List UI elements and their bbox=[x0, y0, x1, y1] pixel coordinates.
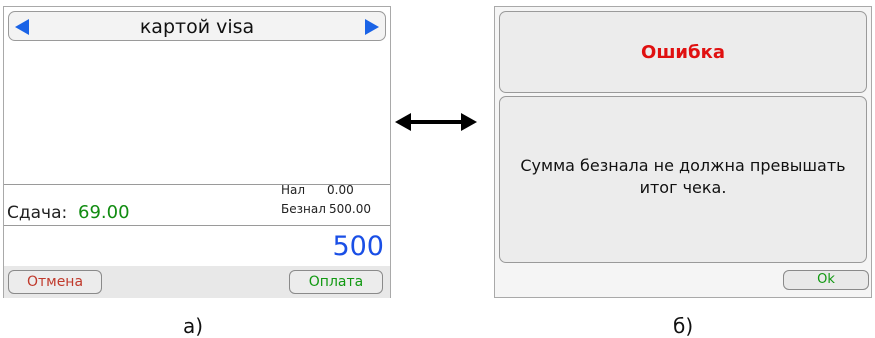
next-arrow-icon[interactable] bbox=[365, 19, 379, 35]
payment-screen: картой visa Сдача: 69.00 Нал 0.00 Безнал… bbox=[3, 6, 391, 298]
card-value: 500.00 bbox=[329, 202, 371, 216]
error-screen: Ошибка Сумма безнала не должна превышать… bbox=[494, 6, 872, 298]
cash-label: Нал bbox=[281, 183, 306, 197]
total-amount: 500 bbox=[332, 231, 384, 262]
cancel-button[interactable]: Отмена bbox=[8, 270, 102, 294]
card-label: Безнал bbox=[281, 202, 326, 216]
error-header-panel: Ошибка bbox=[499, 11, 867, 93]
error-title: Ошибка bbox=[641, 42, 725, 63]
double-arrow-icon bbox=[395, 113, 477, 131]
caption-b: б) bbox=[673, 314, 694, 338]
divider bbox=[4, 225, 390, 226]
caption-a: а) bbox=[183, 314, 204, 338]
change-value: 69.00 bbox=[78, 202, 130, 223]
error-message: Сумма безнала не должна превышать итог ч… bbox=[506, 155, 860, 199]
cash-value: 0.00 bbox=[327, 183, 354, 197]
pay-button[interactable]: Оплата bbox=[289, 270, 383, 294]
payment-type-selector: картой visa bbox=[8, 11, 386, 41]
ok-button[interactable]: Ok bbox=[783, 270, 869, 290]
payment-type-title: картой visa bbox=[139, 16, 255, 38]
error-message-panel: Сумма безнала не должна превышать итог ч… bbox=[499, 96, 867, 263]
change-label: Сдача: bbox=[7, 203, 68, 223]
error-message-line: итог чека. bbox=[639, 178, 727, 197]
error-message-line: Сумма безнала не должна превышать bbox=[520, 156, 846, 175]
